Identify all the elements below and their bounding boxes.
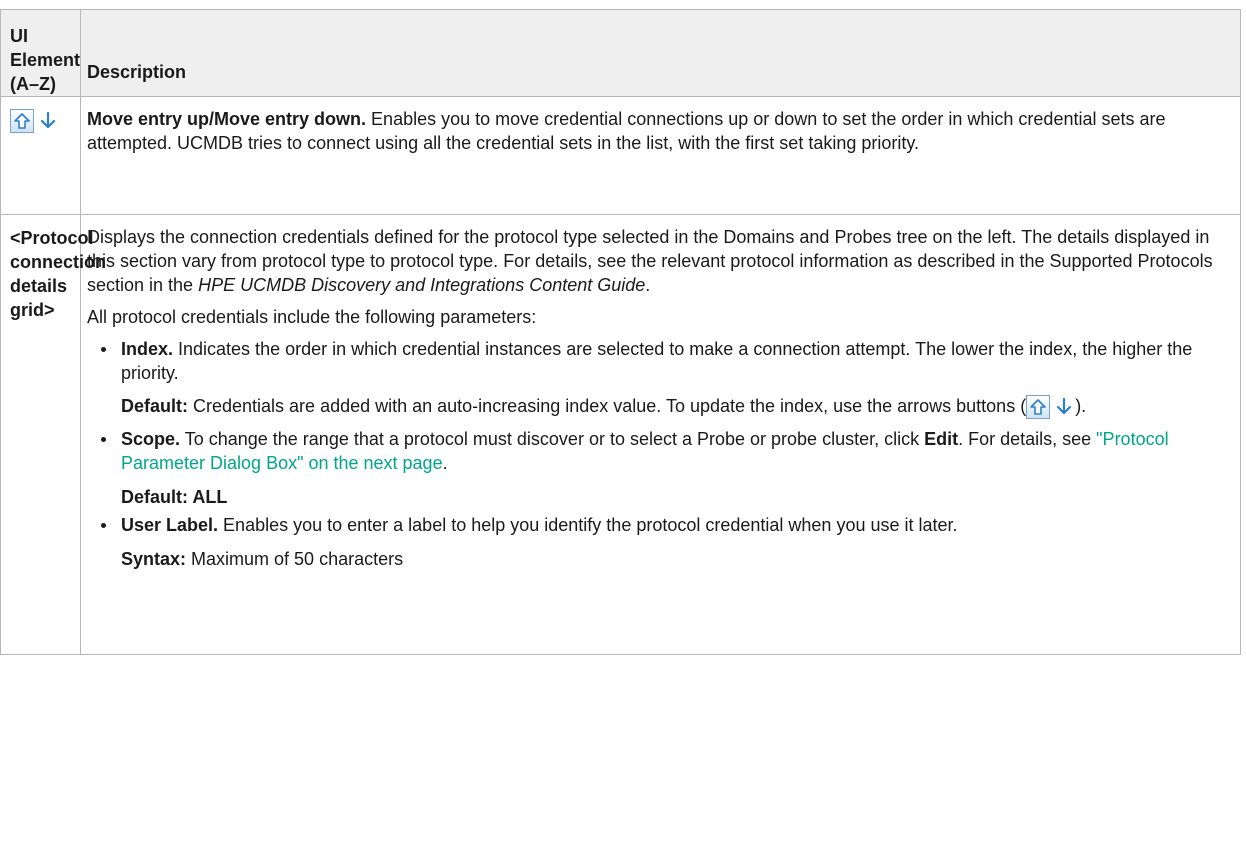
parameter-list: Index. Indicates the order in which cred… [87,337,1230,571]
list-item-scope: Scope. To change the range that a protoc… [87,427,1230,509]
element-cell: <Protocol connection details grid> [0,214,106,655]
header-row: UI Element (A–Z) Description [0,9,1241,97]
move-up-icon[interactable] [1026,395,1051,420]
list-item-index: Index. Indicates the order in which cred… [87,337,1230,423]
arrow-buttons-inline [1026,395,1075,420]
parameters-intro: All protocol credentials include the fol… [87,307,537,327]
move-down-icon[interactable] [37,109,59,133]
list-item-user-label: User Label. Enables you to enter a label… [87,513,1230,571]
element-cell [0,96,81,215]
table-row: <Protocol connection details grid> Displ… [0,214,1241,655]
description-cell: Displays the connection credentials defi… [80,214,1241,655]
grid-description: Displays the connection credentials defi… [87,227,1213,295]
header-ui-element: UI Element (A–Z) [0,9,81,97]
description-cell: Move entry up/Move entry down. Enables y… [80,96,1241,215]
header-description: Description [80,9,1241,97]
move-down-icon[interactable] [1053,395,1075,419]
move-description: Move entry up/Move entry down. Enables y… [87,109,1166,153]
move-up-icon[interactable] [10,109,34,134]
move-icons [10,109,59,134]
table-row: Move entry up/Move entry down. Enables y… [0,96,1241,215]
ui-elements-table: UI Element (A–Z) Description Move entry … [0,9,1241,655]
scope-default: Default: ALL [121,487,228,507]
